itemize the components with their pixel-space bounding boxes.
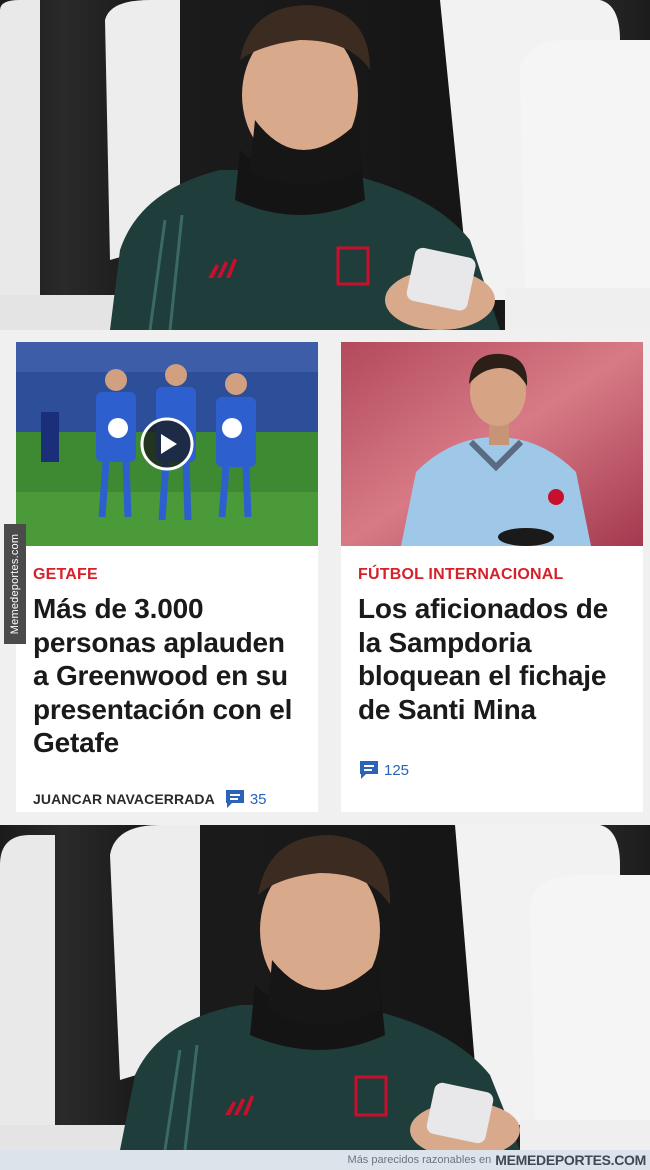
comment-count[interactable]: 125 — [384, 762, 409, 779]
comment-icon[interactable] — [358, 760, 380, 780]
player-on-bench-looking-at-phone — [0, 0, 650, 330]
play-icon[interactable] — [140, 417, 194, 471]
article-image-getafe[interactable] — [16, 342, 318, 546]
article-author[interactable]: JUANCAR NAVACERRADA — [33, 791, 215, 807]
comment-count[interactable]: 35 — [250, 791, 267, 808]
footer-brand[interactable]: MEMEDEPORTES.COM — [495, 1152, 646, 1168]
santi-mina-photo — [341, 342, 643, 546]
article-card-getafe[interactable]: GETAFE Más de 3.000 personas aplauden a … — [16, 342, 318, 812]
article-image-santi-mina[interactable] — [341, 342, 643, 546]
side-watermark: Memedeportes.com — [4, 524, 26, 644]
bottom-photo — [0, 825, 650, 1150]
article-meta: 125 — [358, 760, 409, 780]
comment-icon[interactable] — [224, 789, 246, 809]
article-category[interactable]: GETAFE — [33, 566, 98, 584]
player-on-bench-looking-at-camera — [0, 825, 650, 1150]
article-category[interactable]: FÚTBOL INTERNACIONAL — [358, 566, 563, 584]
top-photo — [0, 0, 650, 330]
news-screenshot: GETAFE Más de 3.000 personas aplauden a … — [0, 330, 650, 825]
article-card-santi-mina[interactable]: FÚTBOL INTERNACIONAL Los aficionados de … — [341, 342, 643, 812]
article-headline[interactable]: Más de 3.000 personas aplauden a Greenwo… — [33, 592, 305, 760]
footer-watermark: Más parecidos razonables en MEMEDEPORTES… — [0, 1150, 650, 1170]
article-headline[interactable]: Los aficionados de la Sampdoria bloquean… — [358, 592, 638, 726]
article-meta: JUANCAR NAVACERRADA 35 — [33, 789, 267, 809]
side-watermark-text: Memedeportes.com — [9, 533, 21, 635]
footer-text: Más parecidos razonables en — [347, 1154, 492, 1166]
